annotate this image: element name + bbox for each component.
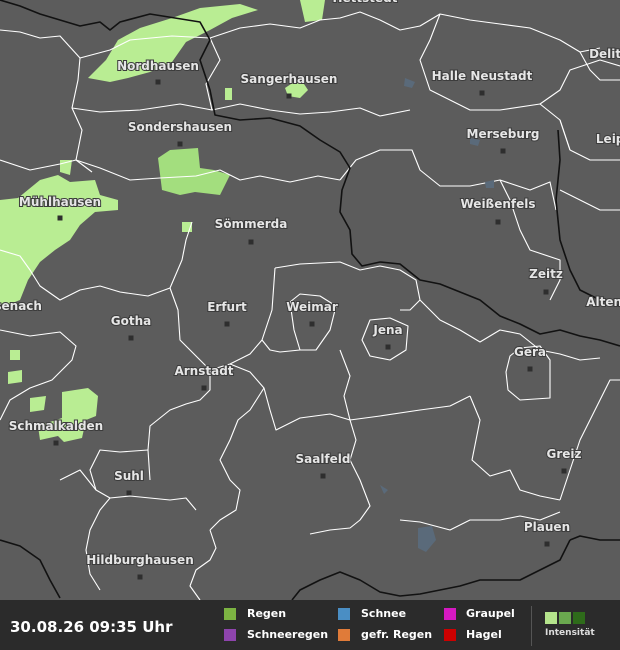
city-marker-merseburg [500,148,506,154]
regen-swatch [224,608,236,620]
hagel-swatch [444,629,456,641]
city-label-gera: Gera [514,345,546,359]
city-label-greiz: Greiz [546,447,581,461]
intensity-label: Intensität [545,628,595,638]
legend-bar: 30.08.26 09:35 Uhr Regen Schnee Graupel … [0,600,620,650]
legend-divider [531,606,532,646]
timestamp-label: 30.08.26 09:35 Uhr [10,618,173,636]
city-label-nordhausen: Nordhausen [117,59,199,73]
city-label-weißenfels: Weißenfels [461,197,536,211]
city-marker-mühlhausen [57,215,63,221]
graupel-swatch [444,608,456,620]
graupel-label: Graupel [466,607,515,620]
city-label-saalfeld: Saalfeld [295,452,350,466]
city-label-arnstadt: Arnstadt [174,364,233,378]
city-marker-zeitz [543,289,549,295]
regen-label: Regen [247,607,287,620]
city-label-delitzsch: Delitzsch [589,47,620,61]
intensity-heavy [573,612,585,624]
city-marker-weißenfels [495,219,501,225]
city-label-suhl: Suhl [114,469,144,483]
city-marker-gotha [128,335,134,341]
city-label-merseburg: Merseburg [467,127,540,141]
city-marker-saalfeld [320,473,326,479]
city-label-erfurt: Erfurt [207,300,247,314]
city-label-sömmerda: Sömmerda [215,217,288,231]
city-marker-suhl [126,490,132,496]
city-label-zeitz: Zeitz [529,267,563,281]
city-marker-arnstadt [201,385,207,391]
intensity-medium [559,612,571,624]
gefr-regen-swatch [338,629,350,641]
schnee-label: Schnee [361,607,407,620]
city-marker-greiz [561,468,567,474]
city-marker-sondershausen [177,141,183,147]
city-marker-erfurt [224,321,230,327]
city-label-jena: Jena [372,323,402,337]
city-marker-weimar [309,321,315,327]
city-label-halle-neustadt: Halle Neustadt [432,69,533,83]
city-label-eisenach: Eisenach [0,299,42,313]
city-label-schmalkalden: Schmalkalden [9,419,103,433]
city-marker-sangerhausen [286,93,292,99]
city-marker-gera [527,366,533,372]
city-label-altenburg: Altenburg [586,295,620,309]
schnee-swatch [338,608,350,620]
city-label-hildburghausen: Hildburghausen [86,553,194,567]
city-label-leipzig: Leipzig [596,132,620,146]
city-label-sondershausen: Sondershausen [128,120,232,134]
city-marker-halle-neustadt [479,90,485,96]
gefr-regen-label: gefr. Regen [361,628,433,641]
schneeregen-swatch [224,629,236,641]
city-marker-jena [385,344,391,350]
intensity-light [545,612,557,624]
city-label-hettstedt: Hettstedt [333,0,398,5]
schneeregen-label: Schneeregen [247,628,329,641]
city-label-sangerhausen: Sangerhausen [241,72,338,86]
radar-map: Hettstedt Nordhausen Sangerhausen Halle Neu… [0,0,620,650]
city-marker-plauen [544,541,550,547]
city-label-gotha: Gotha [111,314,151,328]
hagel-label: Hagel [466,628,502,641]
city-marker-hildburghausen [137,574,143,580]
city-label-weimar: Weimar [286,300,338,314]
city-label-mühlhausen: Mühlhausen [19,195,101,209]
city-marker-sömmerda [248,239,254,245]
city-label-plauen: Plauen [524,520,570,534]
city-marker-nordhausen [155,79,161,85]
city-marker-schmalkalden [53,440,59,446]
